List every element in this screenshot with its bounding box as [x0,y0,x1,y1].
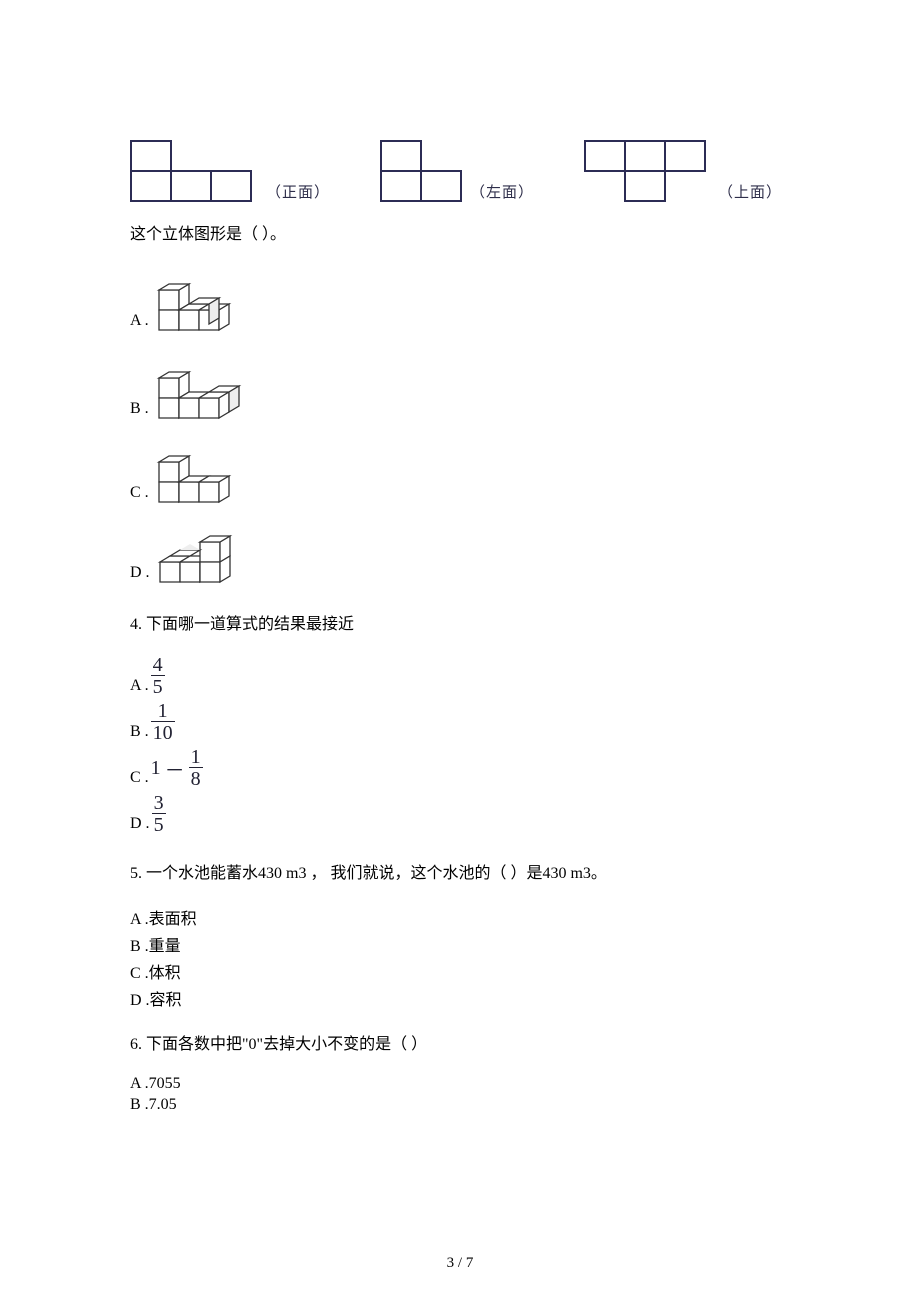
front-view-shape-icon [130,140,260,202]
opt-letter: B . [130,400,149,420]
cube-figure-c-icon [153,442,245,504]
opt-letter: A . [130,312,149,332]
q6-options: A .7055 B .7.05 [130,1075,790,1114]
page: （正面） （左面） （上面） 这 [0,0,920,1302]
q6-option-a: A .7055 [130,1075,790,1093]
view-top: （上面） [584,140,782,202]
q3-option-c: C . [130,442,790,504]
q5-option-c: C .体积 [130,959,790,983]
minus-sign: － [165,754,185,783]
q6-option-b: B .7.05 [130,1096,790,1114]
q4-option-a: A . 4 5 [130,655,790,697]
cube-figure-a-icon [153,266,245,332]
q5-option-a: A .表面积 [130,905,790,929]
fraction-den: 5 [152,813,166,835]
q6-stem: 6. 下面各数中把"0"去掉大小不变的是（ ） [130,1032,790,1058]
one: 1 [151,757,161,780]
q3-stem: 这个立体图形是（ ）。 [130,222,790,248]
page-number: 3 / 7 [0,1255,920,1272]
fraction-den: 5 [151,675,165,697]
fraction: 1 10 [151,701,175,743]
q5-options: A .表面积 B .重量 C .体积 D .容积 [130,905,790,1010]
opt-letter: D . [130,815,150,835]
fraction: 1 8 [189,747,203,789]
q5-option-d: D .容积 [130,986,790,1010]
fraction-num: 1 [156,701,170,721]
fraction-den: 10 [151,721,175,743]
opt-letter: A . [130,677,149,697]
opt-letter: C . [130,484,149,504]
view-left: （左面） [380,140,534,202]
q4-option-c: C . 1 － 1 8 [130,747,790,789]
top-view-shape-icon [584,140,712,202]
fraction-num: 3 [152,793,166,813]
left-view-shape-icon [380,140,464,202]
opt-letter: D . [130,564,150,584]
fraction-den: 8 [189,767,203,789]
opt-letter: C . [130,769,149,789]
q5-option-b: B .重量 [130,932,790,956]
q4-option-d: D . 3 5 [130,793,790,835]
q3-option-b: B . [130,354,790,420]
fraction-num: 4 [151,655,165,675]
q4-option-b: B . 1 10 [130,701,790,743]
fraction: 3 5 [152,793,166,835]
cube-figure-d-icon [154,526,242,584]
q3-option-d: D . [130,526,790,584]
cube-figure-b-icon [153,354,251,420]
fraction-num: 1 [189,747,203,767]
q4-stem: 4. 下面哪一道算式的结果最接近 [130,612,790,638]
view-front-label: （正面） [266,181,330,202]
fraction: 4 5 [151,655,165,697]
q5-stem: 5. 一个水池能蓄水430 m3 ， 我们就说，这个水池的（ ）是430 m3。 [130,861,790,887]
view-top-label: （上面） [718,181,782,202]
expression: 1 － 1 8 [151,747,203,789]
view-front: （正面） [130,140,330,202]
opt-letter: B . [130,723,149,743]
view-left-label: （左面） [470,181,534,202]
views-row: （正面） （左面） （上面） [130,140,790,202]
q3-option-a: A . [130,266,790,332]
